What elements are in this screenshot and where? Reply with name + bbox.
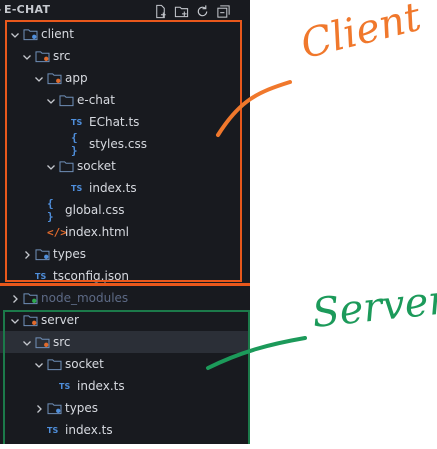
file-explorer: ⌄ E-CHAT clientsrcappe-chatTSEChat.ts{ }…: [0, 0, 250, 444]
client-annotation-label: Client: [296, 0, 426, 69]
new-file-icon[interactable]: [152, 3, 168, 19]
explorer-header: ⌄ E-CHAT: [0, 0, 250, 22]
client-highlight-box: [5, 20, 242, 282]
server-annotation-label: Server: [309, 277, 437, 337]
collapse-section-icon[interactable]: ⌄: [0, 2, 3, 15]
chevron-right-icon[interactable]: [10, 291, 20, 305]
collapse-all-icon[interactable]: [215, 3, 231, 19]
tree-item-label: node_modules: [41, 291, 129, 305]
explorer-actions: [152, 3, 231, 19]
explorer-title: E-CHAT: [4, 3, 51, 16]
server-highlight-box: [3, 310, 250, 444]
tree-folder-node_modules[interactable]: node_modules: [0, 287, 250, 309]
client-divider-line: [0, 283, 250, 286]
folder-icon: [23, 291, 39, 305]
new-folder-icon[interactable]: [173, 3, 189, 19]
refresh-icon[interactable]: [194, 3, 210, 19]
